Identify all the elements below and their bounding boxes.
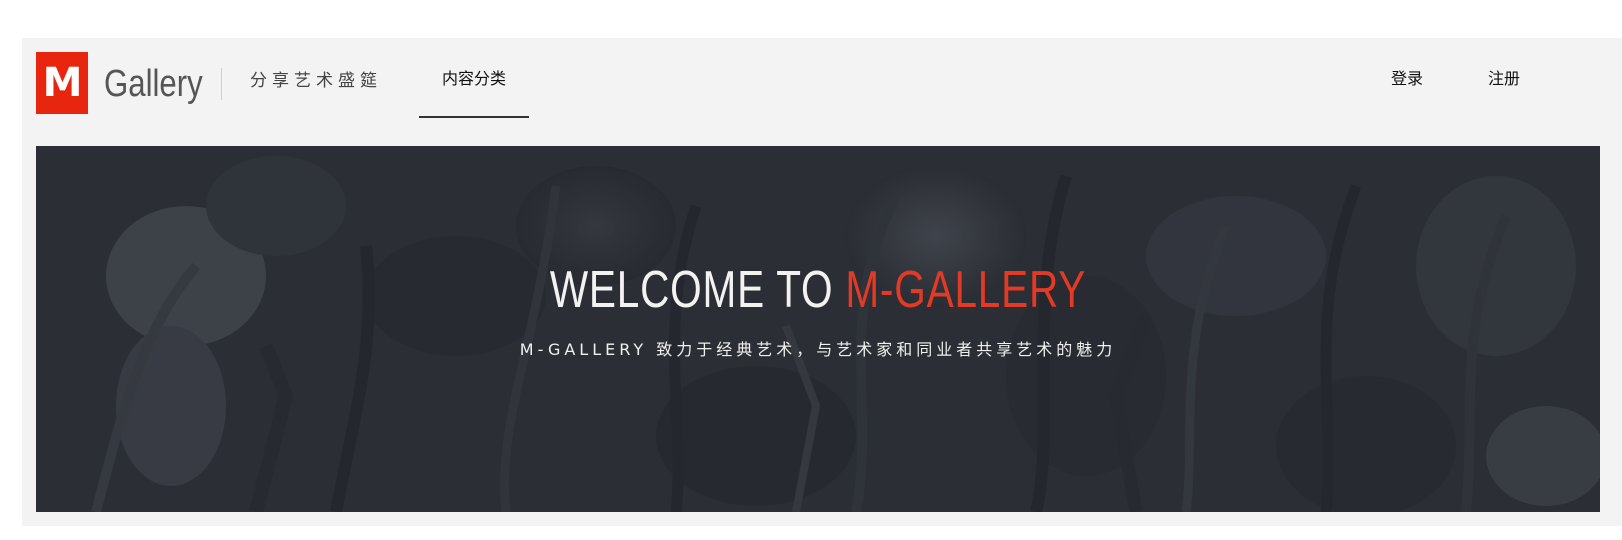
banner-title-accent: M-GALLERY [845, 261, 1087, 319]
banner-title: WELCOME TO M-GALLERY [208, 258, 1428, 322]
nav-tab-content-category[interactable]: 内容分类 [419, 64, 529, 94]
hero-banner: WELCOME TO M-GALLERY M-GALLERY 致力于经典艺术，与… [36, 146, 1600, 512]
nav-active-indicator [419, 116, 529, 118]
page-frame: M Gallery 分享艺术盛筵 内容分类 登录 注册 WELCOME TO M… [22, 38, 1622, 526]
register-link[interactable]: 注册 [1488, 64, 1520, 94]
brand-name[interactable]: Gallery [104, 56, 203, 112]
login-link[interactable]: 登录 [1391, 64, 1423, 94]
banner-background-painting [36, 146, 1600, 512]
site-tagline: 分享艺术盛筵 [250, 71, 382, 91]
banner-subtitle: M-GALLERY 致力于经典艺术，与艺术家和同业者共享艺术的魅力 [519, 340, 1117, 359]
header-divider [221, 68, 222, 100]
logo-mark[interactable]: M [36, 52, 88, 114]
site-header: M Gallery 分享艺术盛筵 内容分类 登录 注册 [22, 38, 1622, 146]
banner-title-prefix: WELCOME TO [549, 261, 846, 319]
